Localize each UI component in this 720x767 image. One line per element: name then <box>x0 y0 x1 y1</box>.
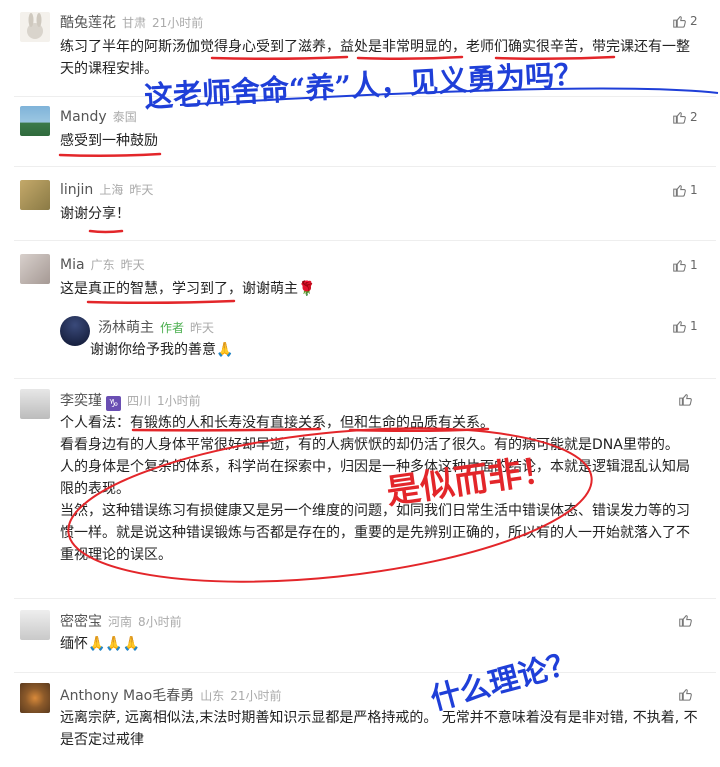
comment-paragraph: 人的身体是个复杂的体系，科学尚在探索中，归因是一种多体这种片面的结论，本就是逻辑… <box>60 459 690 497</box>
thumbs-up-icon <box>673 112 686 124</box>
divider <box>14 96 716 97</box>
avatar[interactable] <box>20 254 50 284</box>
avatar[interactable] <box>20 389 50 419</box>
comment-text: 这是真正的智慧，学习到了，谢谢萌主🌹 <box>60 281 316 297</box>
commenter-name[interactable]: Mandy 泰国 <box>60 108 137 125</box>
divider <box>14 598 716 599</box>
like-button[interactable]: 1 <box>672 258 698 272</box>
commenter-name[interactable]: linjin 上海 昨天 <box>60 181 153 198</box>
like-count: 1 <box>690 319 698 333</box>
commenter-name[interactable]: Anthony Mao毛春勇 山东 21小时前 <box>60 685 282 705</box>
divider <box>14 166 716 167</box>
comment-paragraph: 个人看法：有锻炼的人和长寿没有直接关系，但和生命的品质有关系。 <box>60 415 494 431</box>
thumbs-up-icon <box>673 185 686 197</box>
reply-text: 谢谢你给予我的善意🙏 <box>90 342 234 358</box>
author-name[interactable]: 汤林萌主 作者 昨天 <box>98 317 214 337</box>
like-count: 2 <box>690 14 698 28</box>
avatar[interactable] <box>20 180 50 210</box>
comment-text: 感受到一种鼓励 <box>60 133 158 149</box>
commenter-name[interactable]: 密密宝 河南 8小时前 <box>60 611 182 631</box>
like-button[interactable]: 2 <box>672 110 698 124</box>
avatar[interactable] <box>20 106 50 136</box>
comment-text: 练习了半年的阿斯汤伽觉得身心受到了滋养，益处是非常明显的，老师们确实很辛苦，带完… <box>60 39 690 77</box>
thumbs-up-icon <box>673 16 686 28</box>
capricorn-badge-icon: ♑ <box>106 396 121 411</box>
comment-text: 缅怀🙏🙏🙏 <box>60 636 141 652</box>
author-avatar[interactable] <box>60 316 90 346</box>
comment-text: 个人看法：有锻炼的人和长寿没有直接关系，但和生命的品质有关系。 看看身边有的人身… <box>60 412 700 566</box>
like-button[interactable]: 1 <box>672 319 698 333</box>
comment-text: 远离宗萨, 远离相似法,末法时期善知识示显都是严格持戒的。 无常并不意味着没有是… <box>60 710 698 748</box>
avatar[interactable] <box>20 12 50 42</box>
like-button[interactable] <box>678 392 692 406</box>
avatar[interactable] <box>20 610 50 640</box>
thumbs-up-icon <box>673 260 686 272</box>
like-count: 1 <box>690 258 698 272</box>
thumbs-up-icon <box>679 615 692 627</box>
like-button[interactable] <box>678 613 692 627</box>
comment-text: 谢谢分享！ <box>60 206 130 222</box>
divider <box>14 672 716 673</box>
thumbs-up-icon <box>673 321 686 333</box>
like-button[interactable] <box>678 687 692 701</box>
red-underlines <box>58 55 616 433</box>
like-count: 1 <box>690 183 698 197</box>
divider <box>14 240 716 241</box>
thumbs-up-icon <box>679 689 692 701</box>
commenter-name[interactable]: 李奕瑾 ♑ 四川 1小时前 <box>60 390 201 411</box>
comment-paragraph: 看看身边有的人身体平常很好却早逝，有的人病恹恹的却仍活了很久。有的病可能就是DN… <box>60 437 679 453</box>
like-button[interactable]: 2 <box>672 14 698 28</box>
divider <box>14 378 716 379</box>
like-button[interactable]: 1 <box>672 183 698 197</box>
comment-paragraph: 当然，这种错误练习有损健康又是另一个维度的问题，如同我们日常生活中错误体态、错误… <box>60 503 690 563</box>
commenter-name[interactable]: 酷兔莲花 甘肃 21小时前 <box>60 12 203 32</box>
rabbit-avatar-icon <box>27 13 43 39</box>
like-count: 2 <box>690 110 698 124</box>
thumbs-up-icon <box>679 394 692 406</box>
avatar[interactable] <box>20 683 50 713</box>
commenter-name[interactable]: Mia 广东 昨天 <box>60 256 145 273</box>
